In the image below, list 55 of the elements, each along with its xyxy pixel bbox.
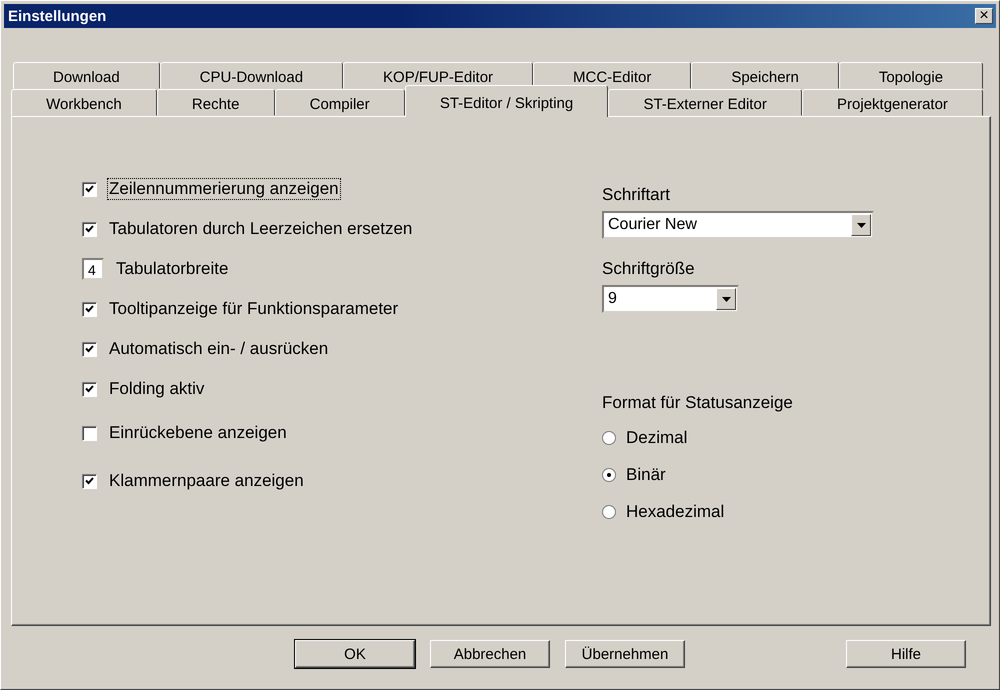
tab[interactable]: Topologie (838, 62, 984, 89)
radio-label: Hexadezimal (625, 500, 726, 522)
checkbox[interactable] (82, 474, 97, 488)
tab[interactable]: Compiler (274, 89, 405, 116)
checkbox-label: Folding aktiv (108, 378, 206, 400)
checkbox[interactable] (82, 222, 97, 236)
number-field[interactable]: 4 (82, 258, 104, 280)
tab[interactable]: MCC-Editor (533, 62, 692, 89)
radio-button[interactable] (602, 504, 616, 518)
checkbox-label: Tooltipanzeige für Funktionsparameter (108, 298, 400, 320)
check-icon (85, 477, 94, 485)
checkbox[interactable] (82, 182, 97, 196)
checkbox[interactable] (82, 382, 97, 396)
font-size-dropdown[interactable]: 9 (602, 285, 739, 313)
tab[interactable]: Rechte (156, 89, 275, 116)
checkbox-label: Automatisch ein- / ausrücken (108, 338, 330, 360)
dropdown-button[interactable] (716, 288, 736, 310)
tab[interactable]: Projektgenerator (802, 89, 984, 116)
dialog-button[interactable]: Abbrechen (430, 640, 550, 668)
font-dropdown[interactable]: Courier New (602, 211, 874, 239)
tab[interactable]: ST-Editor / Skripting (404, 85, 608, 117)
field-label: Schriftart (602, 185, 672, 205)
tab[interactable]: Download (13, 62, 160, 89)
radio-label: Binär (625, 464, 667, 486)
tab[interactable]: Workbench (11, 89, 157, 116)
radio-button[interactable] (602, 468, 616, 482)
checkbox[interactable] (82, 426, 97, 440)
check-icon (85, 225, 94, 233)
tab[interactable]: Speichern (691, 62, 839, 89)
field-label: Tabulatorbreite (115, 258, 230, 280)
radio-button[interactable] (602, 430, 616, 444)
field-label: Schriftgröße (602, 259, 696, 279)
group-label: Format für Statusanzeige (602, 393, 794, 413)
check-icon (85, 385, 94, 393)
window-title: Einstellungen (8, 8, 106, 24)
dialog-button[interactable]: Übernehmen (565, 640, 685, 668)
checkbox[interactable] (82, 302, 97, 316)
check-icon (85, 185, 94, 193)
checkbox-label: Klammernpaare anzeigen (108, 470, 305, 492)
tab[interactable]: ST-Externer Editor (608, 89, 802, 116)
checkbox-label: Zeilennummerierung anzeigen (107, 178, 341, 200)
dropdown-button[interactable] (851, 214, 871, 236)
tab[interactable]: CPU-Download (160, 62, 344, 89)
checkbox-label: Einrückebene anzeigen (108, 422, 288, 444)
check-icon (85, 305, 94, 313)
dialog-button[interactable]: OK (295, 640, 415, 668)
dialog-button[interactable]: Hilfe (846, 640, 966, 668)
caret-icon (856, 222, 866, 228)
checkbox[interactable] (82, 342, 97, 356)
close-button[interactable]: × (975, 8, 993, 24)
caret-icon (722, 296, 730, 302)
tab[interactable]: KOP/FUP-Editor (343, 62, 534, 89)
check-icon (85, 345, 94, 353)
radio-label: Dezimal (625, 426, 688, 448)
checkbox-label: Tabulatoren durch Leerzeichen ersetzen (108, 218, 414, 240)
